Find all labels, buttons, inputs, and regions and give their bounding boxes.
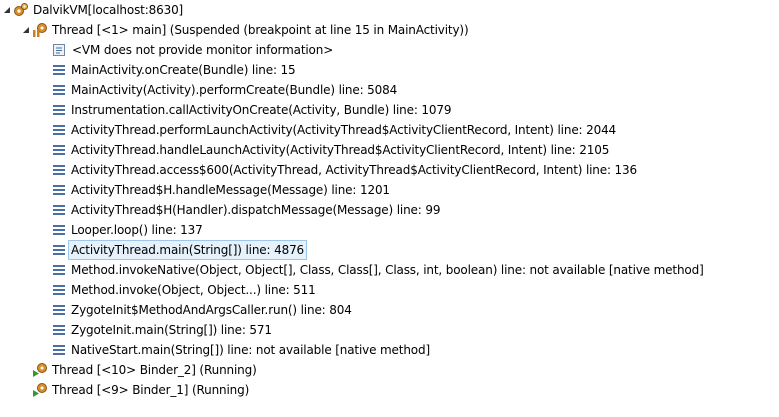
stack-frame-label: Looper.loop() line: 137 [71,223,203,237]
stack-frame-label: ZygoteInit.main(String[]) line: 571 [71,323,272,337]
debug-tree: DalvikVM[localhost:8630] Thread [<1> mai… [0,0,779,417]
stack-frame-row[interactable]: ActivityThread.handleLaunchActivity(Acti… [0,140,779,160]
thread-binder-2-node[interactable]: Thread [<10> Binder_2] (Running) [0,360,779,380]
thread-binder-1-node[interactable]: Thread [<9> Binder_1] (Running) [0,380,779,400]
stack-frame-label: ZygoteInit$MethodAndArgsCaller.run() lin… [71,303,352,317]
monitor-info-node[interactable]: <VM does not provide monitor information… [0,40,779,60]
stack-frame-icon [51,322,67,338]
stack-frame-row[interactable]: Method.invoke(Object, Object...) line: 5… [0,280,779,300]
stack-frame-row[interactable]: MainActivity(Activity).performCreate(Bun… [0,80,779,100]
stack-frame-icon [51,102,67,118]
stack-frame-label: ActivityThread.performLaunchActivity(Act… [71,123,617,137]
stack-frame-icon [51,242,67,258]
stack-frame-row[interactable]: NativeStart.main(String[]) line: not ava… [0,340,779,360]
vm-node[interactable]: DalvikVM[localhost:8630] [0,0,779,20]
stack-frame-icon [51,142,67,158]
stack-frame-label: Method.invoke(Object, Object...) line: 5… [71,283,316,297]
collapse-twisty-icon[interactable] [20,20,32,40]
stack-frame-label: ActivityThread.handleLaunchActivity(Acti… [71,143,610,157]
stack-frame-icon [51,82,67,98]
stack-frame-label: MainActivity.onCreate(Bundle) line: 15 [71,63,296,77]
stack-frame-label: ActivityThread.access$600(ActivityThread… [71,163,638,177]
stack-frame-row[interactable]: ZygoteInit.main(String[]) line: 571 [0,320,779,340]
monitor-info-icon [51,42,67,58]
stack-frame-row[interactable]: MainActivity.onCreate(Bundle) line: 15 [0,60,779,80]
stack-frame-icon [51,222,67,238]
stack-frame-icon [51,342,67,358]
thread-binder-2-label: Thread [<10> Binder_2] (Running) [52,363,257,377]
stack-frame-row[interactable]: ActivityThread.access$600(ActivityThread… [0,160,779,180]
running-thread-icon [32,382,48,398]
stack-frame-row[interactable]: ZygoteInit$MethodAndArgsCaller.run() lin… [0,300,779,320]
stack-frame-label: MainActivity(Activity).performCreate(Bun… [71,83,398,97]
vm-label: DalvikVM[localhost:8630] [33,3,184,17]
stack-frame-icon [51,262,67,278]
stack-frame-row[interactable]: ActivityThread.performLaunchActivity(Act… [0,120,779,140]
stack-frame-row[interactable]: ActivityThread$H.handleMessage(Message) … [0,180,779,200]
stack-frame-icon [51,162,67,178]
stack-frame-label: ActivityThread.main(String[]) line: 4876 [67,240,308,260]
stack-frame-label: ActivityThread$H(Handler).dispatchMessag… [71,203,441,217]
running-thread-icon [32,362,48,378]
stack-frame-label: ActivityThread$H.handleMessage(Message) … [71,183,390,197]
stack-frame-row-selected[interactable]: ActivityThread.main(String[]) line: 4876 [0,240,779,260]
stack-frame-label: Instrumentation.callActivityOnCreate(Act… [71,103,452,117]
stack-frame-row[interactable]: Instrumentation.callActivityOnCreate(Act… [0,100,779,120]
stack-frame-row[interactable]: ActivityThread$H(Handler).dispatchMessag… [0,200,779,220]
stack-frame-icon [51,122,67,138]
thread-main-node[interactable]: Thread [<1> main] (Suspended (breakpoint… [0,20,779,40]
stack-frame-label: Method.invokeNative(Object, Object[], Cl… [71,263,704,277]
stack-frame-icon [51,282,67,298]
stack-frame-label: NativeStart.main(String[]) line: not ava… [71,343,430,357]
stack-frame-row[interactable]: Looper.loop() line: 137 [0,220,779,240]
dalvik-vm-icon [13,2,29,18]
monitor-info-label: <VM does not provide monitor information… [72,43,334,57]
thread-binder-1-label: Thread [<9> Binder_1] (Running) [52,383,250,397]
suspended-thread-icon [32,22,48,38]
stack-frame-icon [51,62,67,78]
collapse-twisty-icon[interactable] [1,0,13,20]
thread-main-label: Thread [<1> main] (Suspended (breakpoint… [52,23,469,37]
stack-frame-row[interactable]: Method.invokeNative(Object, Object[], Cl… [0,260,779,280]
stack-frame-icon [51,202,67,218]
stack-frame-icon [51,302,67,318]
stack-frame-icon [51,182,67,198]
